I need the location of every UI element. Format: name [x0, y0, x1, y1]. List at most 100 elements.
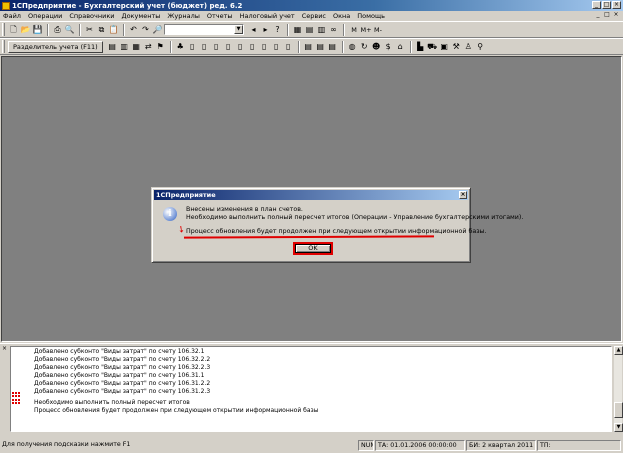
menu-directories[interactable]: Справочники: [69, 12, 114, 20]
report-account-icon[interactable]: ▤: [315, 41, 326, 52]
menu-tax-accounting[interactable]: Налоговый учет: [240, 12, 295, 20]
maximize-button[interactable]: □: [602, 1, 611, 9]
search-next-icon[interactable]: ▸: [260, 24, 271, 35]
toolbar-separator: [287, 23, 289, 36]
period-separator-button[interactable]: Разделитель учета (F11): [8, 40, 103, 53]
menu-help[interactable]: Помощь: [357, 12, 385, 20]
toolbar-grip[interactable]: [2, 23, 5, 36]
doc-2-icon[interactable]: ▯: [199, 41, 210, 52]
mdi-controls: _ □ ×: [594, 11, 620, 18]
menu-file[interactable]: Файл: [3, 12, 21, 20]
message-window-handle[interactable]: ×: [2, 346, 9, 432]
report-subconto-icon[interactable]: ▤: [327, 41, 338, 52]
mdi-close-icon[interactable]: ×: [612, 11, 620, 18]
minimize-button[interactable]: _: [592, 1, 601, 9]
message-line: Добавлено субконто "Виды затрат" по счет…: [34, 372, 205, 379]
dialog-title-bar[interactable]: 1СПредприятие ×: [154, 190, 468, 200]
transfer-icon[interactable]: ⇄: [143, 41, 154, 52]
menu-windows[interactable]: Окна: [333, 12, 350, 20]
memory-plus-button[interactable]: M+: [360, 26, 372, 34]
menu-service[interactable]: Сервис: [302, 12, 326, 20]
cycle-icon[interactable]: ↻: [359, 41, 370, 52]
glasses-icon[interactable]: ∞: [328, 24, 339, 35]
undo-icon[interactable]: ↶: [128, 24, 139, 35]
chart-of-accounts-icon[interactable]: ▤: [107, 41, 118, 52]
entries-icon[interactable]: ▦: [131, 41, 142, 52]
toolbar-grip[interactable]: [2, 40, 5, 53]
accounting-toolbar: Разделитель учета (F11) ▤ ▥ ▦ ⇄ ⚑ ♣ ▯ ▯ …: [0, 38, 623, 55]
mdi-restore-icon[interactable]: □: [603, 11, 611, 18]
scroll-up-icon[interactable]: ▲: [614, 346, 623, 355]
chevron-down-icon[interactable]: ▼: [234, 25, 243, 34]
message-line: Добавлено субконто "Виды затрат" по счет…: [34, 348, 205, 355]
message-window: × Добавлено субконто "Виды затрат" по сч…: [0, 343, 623, 435]
package-icon[interactable]: ▣: [439, 41, 450, 52]
find-icon[interactable]: 🔎: [152, 24, 163, 35]
print-preview-icon[interactable]: 🔍: [64, 24, 75, 35]
message-line: Добавлено субконто "Виды затрат" по счет…: [34, 356, 211, 363]
copy-icon[interactable]: ⧉: [96, 24, 107, 35]
scroll-thumb[interactable]: [614, 402, 623, 418]
open-folder-icon[interactable]: 📂: [20, 24, 31, 35]
message-list[interactable]: Добавлено субконто "Виды затрат" по счет…: [10, 346, 612, 432]
redo-icon[interactable]: ↷: [140, 24, 151, 35]
report-osv-icon[interactable]: ▤: [303, 41, 314, 52]
status-tp: ТП:: [537, 440, 621, 451]
menu-documents[interactable]: Документы: [122, 12, 161, 20]
book-icon[interactable]: ▥: [316, 24, 327, 35]
red-underline-annotation: [183, 235, 435, 239]
app-icon[interactable]: [2, 1, 10, 10]
print-icon[interactable]: ⎙: [52, 24, 63, 35]
dialog-close-button[interactable]: ×: [459, 191, 467, 199]
doc-7-icon[interactable]: ▯: [259, 41, 270, 52]
calendar-icon[interactable]: ▦: [292, 24, 303, 35]
money-icon[interactable]: $: [383, 41, 394, 52]
globe-icon[interactable]: ◍: [347, 41, 358, 52]
doc-8-icon[interactable]: ▯: [271, 41, 282, 52]
doc-4-icon[interactable]: ▯: [223, 41, 234, 52]
flag-icon[interactable]: ⚑: [155, 41, 166, 52]
cut-icon[interactable]: ✂: [84, 24, 95, 35]
search-prev-icon[interactable]: ◂: [248, 24, 259, 35]
paste-icon[interactable]: 📋: [108, 24, 119, 35]
mdi-minimize-icon[interactable]: _: [594, 11, 602, 18]
toolbar-separator: [169, 40, 172, 53]
menu-reports[interactable]: Отчеты: [207, 12, 233, 20]
new-file-icon[interactable]: 🗋: [8, 24, 19, 35]
calculator-icon[interactable]: ▤: [304, 24, 315, 35]
tree-icon[interactable]: ♣: [175, 41, 186, 52]
doc-5-icon[interactable]: ▯: [235, 41, 246, 52]
factory-icon[interactable]: ▙: [415, 41, 426, 52]
memory-minus-button[interactable]: M-: [372, 26, 384, 34]
memory-button[interactable]: M: [348, 26, 360, 34]
close-icon[interactable]: ×: [2, 346, 9, 352]
status-ta: ТА: 01.01.2006 00:00:00: [375, 440, 465, 451]
help-pointer-icon[interactable]: ?: [272, 24, 283, 35]
search-combo[interactable]: ▼: [164, 24, 244, 35]
save-icon[interactable]: 💾: [32, 24, 43, 35]
red-arrow-icon: ➘: [174, 223, 187, 237]
title-bar: 1СПредприятие - Бухгалтерский учет (бюдж…: [0, 0, 623, 11]
bank-icon[interactable]: ⌂: [395, 41, 406, 52]
operations-journal-icon[interactable]: ▥: [119, 41, 130, 52]
doc-3-icon[interactable]: ▯: [211, 41, 222, 52]
people-icon[interactable]: ☻: [371, 41, 382, 52]
dialog-message-line-1: Внесены изменения в план счетов.: [186, 206, 303, 213]
menu-operations[interactable]: Операции: [28, 12, 62, 20]
tools-icon[interactable]: ⚒: [451, 41, 462, 52]
ok-button[interactable]: OK: [295, 244, 331, 253]
truck-icon[interactable]: ⛟: [427, 41, 438, 52]
message-line-warning: Необходимо выполнить полный пересчет ито…: [34, 399, 190, 406]
doc-1-icon[interactable]: ▯: [187, 41, 198, 52]
status-bi: БИ: 2 квартал 2011 г.: [466, 440, 536, 451]
menu-journals[interactable]: Журналы: [167, 12, 200, 20]
warning-marker-icon: [12, 399, 20, 405]
stamp-icon[interactable]: ⚲: [475, 41, 486, 52]
doc-9-icon[interactable]: ▯: [283, 41, 294, 52]
scroll-down-icon[interactable]: ▼: [614, 423, 623, 432]
doc-6-icon[interactable]: ▯: [247, 41, 258, 52]
message-scrollbar[interactable]: ▲ ▼: [613, 346, 623, 432]
status-bar: Для получения подсказки нажмите F1 NUM Т…: [0, 438, 623, 453]
close-window-button[interactable]: ×: [612, 1, 621, 9]
person-icon[interactable]: ♙: [463, 41, 474, 52]
